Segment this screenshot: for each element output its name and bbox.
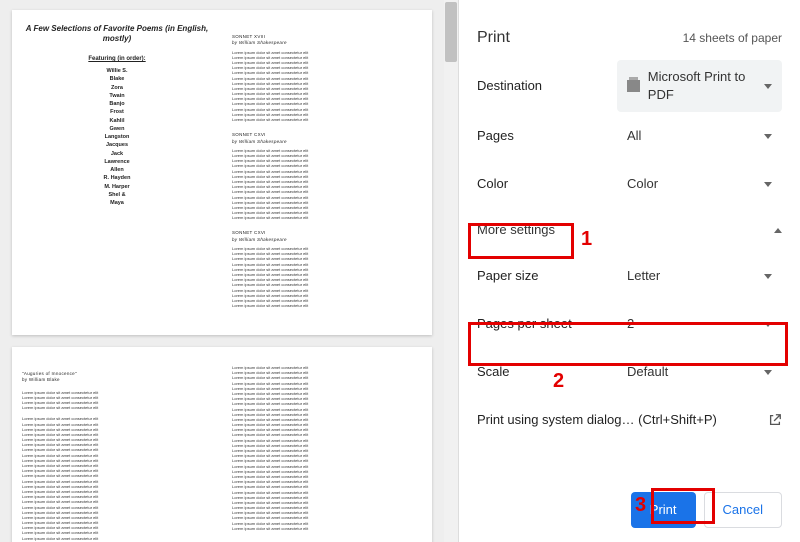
featuring-heading: Featuring (in order): [22, 55, 212, 63]
scale-label: Scale [477, 363, 617, 381]
chevron-down-icon [764, 182, 772, 187]
color-dropdown[interactable]: Color [617, 167, 782, 201]
cancel-button[interactable]: Cancel [704, 492, 782, 528]
sheet-count: 14 sheets of paper [683, 30, 782, 47]
print-preview-area: A Few Selections of Favorite Poems (in E… [0, 0, 444, 542]
chevron-down-icon [764, 134, 772, 139]
print-settings-panel: Print 14 sheets of paper Destination Mic… [458, 0, 800, 542]
chevron-up-icon [774, 228, 782, 233]
print-button[interactable]: Print [631, 492, 696, 528]
pages-per-sheet-dropdown[interactable]: 2 [617, 307, 782, 341]
pages-dropdown[interactable]: All [617, 119, 782, 153]
printer-icon [627, 80, 640, 92]
system-dialog-link[interactable]: Print using system dialog… (Ctrl+Shift+P… [459, 396, 800, 444]
page-right-half: SONNET XVIIIby William ShakespeareLorem … [222, 10, 432, 335]
chevron-down-icon [764, 84, 772, 89]
scrollbar-thumb[interactable] [445, 2, 457, 62]
authors-list: Willie S.BlakeZoraTwainBanjoFrostKahlilG… [22, 67, 212, 207]
destination-dropdown[interactable]: Microsoft Print to PDF [617, 60, 782, 112]
scale-dropdown[interactable]: Default [617, 355, 782, 389]
external-link-icon [768, 413, 782, 427]
page-right-half: Lorem ipsum dolor sit amet consectetur e… [222, 347, 432, 542]
panel-title: Print [477, 27, 510, 49]
chevron-down-icon [764, 274, 772, 279]
color-label: Color [477, 175, 617, 193]
pages-per-sheet-label: Pages per sheet [477, 315, 617, 333]
paper-size-dropdown[interactable]: Letter [617, 259, 782, 293]
preview-scrollbar[interactable] [444, 0, 458, 542]
page-left-half: "Auguries of Innocence"by William BlakeL… [12, 347, 222, 542]
chevron-down-icon [764, 322, 772, 327]
page-left-half: A Few Selections of Favorite Poems (in E… [12, 10, 222, 335]
pages-label: Pages [477, 127, 617, 145]
destination-label: Destination [477, 77, 617, 95]
doc-title: A Few Selections of Favorite Poems (in E… [22, 24, 212, 45]
preview-page-1: A Few Selections of Favorite Poems (in E… [12, 10, 432, 335]
chevron-down-icon [764, 370, 772, 375]
preview-page-2: "Auguries of Innocence"by William BlakeL… [12, 347, 432, 542]
paper-size-label: Paper size [477, 267, 617, 285]
more-settings-toggle[interactable]: More settings [459, 208, 800, 252]
